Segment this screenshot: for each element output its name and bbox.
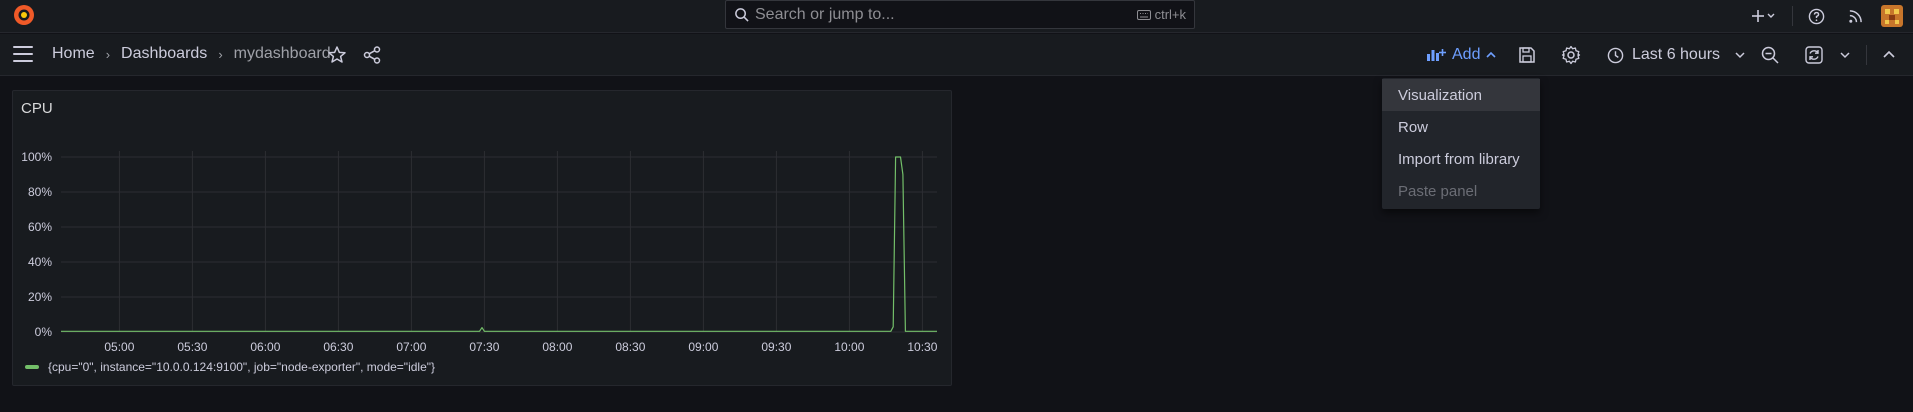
legend-label: {cpu="0", instance="10.0.0.124:9100", jo… xyxy=(48,360,436,374)
keyboard-icon xyxy=(1136,9,1151,20)
x-tick-label: 10:30 xyxy=(907,340,937,354)
divider xyxy=(1866,45,1867,65)
grafana-logo-icon[interactable] xyxy=(12,3,36,27)
menu-item-row[interactable]: Row xyxy=(1382,111,1540,143)
top-bar: Search or jump to... ctrl+k xyxy=(0,0,1913,33)
search-input[interactable]: Search or jump to... ctrl+k xyxy=(725,0,1195,29)
x-tick-label: 07:00 xyxy=(396,340,426,354)
time-range-label: Last 6 hours xyxy=(1632,46,1721,63)
rss-icon xyxy=(1848,9,1862,23)
chevron-right-icon: › xyxy=(105,46,111,62)
menu-item-visualization[interactable]: Visualization xyxy=(1382,79,1540,111)
x-tick-label: 05:30 xyxy=(177,340,207,354)
time-range-picker[interactable]: Last 6 hours xyxy=(1607,44,1746,66)
new-button[interactable] xyxy=(1748,4,1780,28)
collapse-chevron-up-icon[interactable] xyxy=(1882,45,1896,65)
share-icon[interactable] xyxy=(362,45,382,65)
breadcrumb-home[interactable]: Home xyxy=(52,45,95,63)
shortcut-label: ctrl+k xyxy=(1154,7,1186,22)
settings-gear-icon[interactable] xyxy=(1561,45,1581,65)
y-tick-label: 0% xyxy=(35,325,53,339)
dashboard-nav-bar: Home › Dashboards › mydashboard Add Last… xyxy=(0,34,1913,76)
plus-icon xyxy=(1752,10,1775,22)
x-tick-label: 07:30 xyxy=(469,340,499,354)
add-button[interactable]: Add xyxy=(1426,44,1497,66)
zoom-out-icon[interactable] xyxy=(1760,45,1780,65)
keyboard-shortcut: ctrl+k xyxy=(1136,7,1186,22)
y-tick-label: 60% xyxy=(28,220,52,234)
breadcrumb: Home › Dashboards › mydashboard xyxy=(52,45,331,63)
x-tick-label: 08:30 xyxy=(615,340,645,354)
save-icon[interactable] xyxy=(1517,45,1537,65)
add-panel-icon xyxy=(1427,49,1446,61)
cpu-panel[interactable]: CPU 0% 20% 40% 60% 80% 100% 05:00 05:30 06:00 06:… xyxy=(12,90,952,386)
y-tick-label: 20% xyxy=(28,290,52,304)
divider xyxy=(1792,6,1793,26)
breadcrumb-dashboards[interactable]: Dashboards xyxy=(121,45,207,63)
x-tick-label: 08:00 xyxy=(542,340,572,354)
clock-icon xyxy=(1607,47,1624,63)
star-icon[interactable] xyxy=(327,45,347,65)
legend-swatch xyxy=(25,365,39,369)
add-dropdown-menu: Visualization Row Import from library Pa… xyxy=(1382,78,1540,209)
x-tick-label: 06:30 xyxy=(323,340,353,354)
chart-legend[interactable]: {cpu="0", instance="10.0.0.124:9100", jo… xyxy=(25,360,435,374)
x-tick-label: 09:30 xyxy=(761,340,791,354)
y-tick-label: 40% xyxy=(28,255,52,269)
breadcrumb-current: mydashboard xyxy=(233,45,331,62)
x-tick-label: 09:00 xyxy=(688,340,718,354)
chevron-right-icon: › xyxy=(218,46,223,62)
menu-icon[interactable] xyxy=(13,46,33,62)
x-tick-label: 05:00 xyxy=(104,340,134,354)
help-icon xyxy=(1808,8,1824,24)
menu-item-import-from-library[interactable]: Import from library xyxy=(1382,143,1540,175)
x-tick-label: 06:00 xyxy=(250,340,280,354)
y-tick-label: 100% xyxy=(21,150,52,164)
chevron-up-icon xyxy=(1486,51,1497,58)
x-tick-label: 10:00 xyxy=(834,340,864,354)
cpu-line-chart: 0% 20% 40% 60% 80% 100% 05:00 05:30 06:00 06:30 07… xyxy=(21,150,937,354)
chevron-down-icon xyxy=(1735,52,1745,59)
help-button[interactable] xyxy=(1806,4,1826,28)
user-avatar[interactable] xyxy=(1881,4,1903,28)
search-placeholder: Search or jump to... xyxy=(755,6,895,23)
add-button-label: Add xyxy=(1452,46,1481,63)
refresh-icon[interactable] xyxy=(1804,45,1824,65)
avatar-icon xyxy=(1881,5,1903,27)
news-button[interactable] xyxy=(1845,4,1865,28)
menu-item-paste-panel: Paste panel xyxy=(1398,182,1478,200)
y-tick-label: 80% xyxy=(28,185,52,199)
refresh-interval-chevron-icon[interactable] xyxy=(1839,45,1851,65)
search-icon xyxy=(735,8,749,22)
